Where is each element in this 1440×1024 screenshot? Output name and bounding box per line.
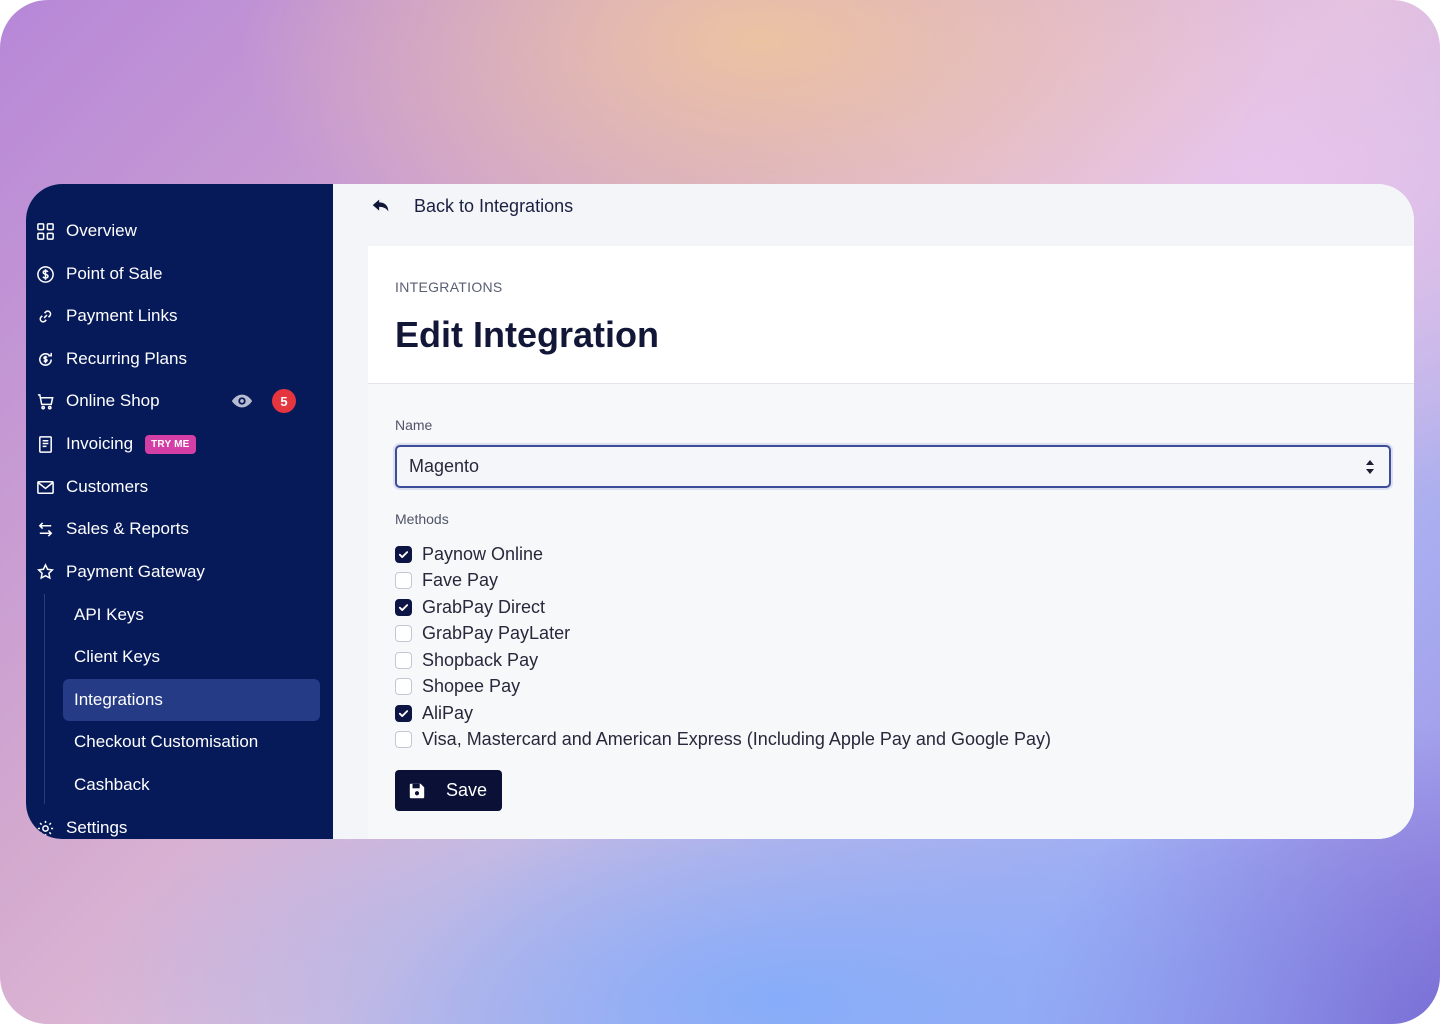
breadcrumb: INTEGRATIONS xyxy=(395,279,503,295)
sidebar-item-label: Customers xyxy=(66,477,149,496)
gear-icon xyxy=(34,817,56,839)
submenu-divider xyxy=(44,594,45,804)
main-content: Back to Integrations INTEGRATIONS Edit I… xyxy=(333,184,1414,839)
cart-icon xyxy=(34,390,56,412)
name-select-value: Magento xyxy=(409,456,480,476)
method-checkbox[interactable] xyxy=(395,545,412,563)
back-link-label: Back to Integrations xyxy=(414,195,574,216)
sidebar-item-payment-gateway[interactable]: Payment Gateway xyxy=(26,552,205,592)
select-caret-icon xyxy=(1366,460,1374,474)
dollar-circle-icon xyxy=(34,263,56,285)
sidebar-item-label: Overview xyxy=(66,221,137,240)
sidebar-subitem-api-keys[interactable]: API Keys xyxy=(63,594,320,636)
back-link[interactable]: Back to Integrations xyxy=(370,194,573,218)
methods-list: Paynow Online Fave Pay GrabPay Direct GrabP… xyxy=(395,541,1051,753)
method-label: Shopee Pay xyxy=(422,676,521,697)
sidebar-item-recurring-plans[interactable]: Recurring Plans xyxy=(26,339,187,379)
save-button-label: Save xyxy=(446,780,488,800)
sidebar-item-online-shop[interactable]: Online Shop 5 xyxy=(26,381,333,421)
sidebar-item-customers[interactable]: Customers xyxy=(26,467,148,507)
method-option[interactable]: GrabPay PayLater xyxy=(395,621,1051,648)
try-me-badge: TRY ME xyxy=(145,434,196,454)
subitem-label: Client Keys xyxy=(74,647,160,666)
method-checkbox[interactable] xyxy=(395,731,412,749)
sidebar-item-label: Settings xyxy=(66,818,128,837)
subitem-label: Cashback xyxy=(74,775,150,794)
invoice-icon xyxy=(34,433,56,455)
sidebar-item-label: Invoicing xyxy=(66,434,134,453)
sidebar-subitem-cashback[interactable]: Cashback xyxy=(63,764,320,806)
floppy-disk-icon xyxy=(409,783,425,798)
sidebar-item-sales-reports[interactable]: Sales & Reports xyxy=(26,509,189,549)
puzzle-icon xyxy=(34,561,56,583)
subitem-label: Integrations xyxy=(74,690,163,709)
sidebar-subitem-integrations[interactable]: Integrations xyxy=(63,679,320,721)
method-option[interactable]: Shopee Pay xyxy=(395,674,1051,701)
sidebar: Overview Point of Sale Payment Links Rec… xyxy=(26,184,333,839)
sidebar-item-label: Payment Gateway xyxy=(66,562,205,581)
sidebar-subitem-client-keys[interactable]: Client Keys xyxy=(63,636,320,678)
subitem-label: API Keys xyxy=(74,605,144,624)
method-checkbox[interactable] xyxy=(395,678,412,696)
method-checkbox[interactable] xyxy=(395,704,412,722)
sidebar-item-label: Payment Links xyxy=(66,306,178,325)
methods-label: Methods xyxy=(395,511,449,527)
back-arrow-icon xyxy=(372,199,389,212)
method-label: Visa, Mastercard and American Express (I… xyxy=(422,729,1052,750)
method-option[interactable]: AliPay xyxy=(395,700,1051,727)
arrows-icon xyxy=(34,518,56,540)
method-checkbox[interactable] xyxy=(395,625,412,643)
page-header-card: INTEGRATIONS Edit Integration xyxy=(368,246,1414,384)
method-option[interactable]: GrabPay Direct xyxy=(395,594,1051,621)
sidebar-item-payment-links[interactable]: Payment Links xyxy=(26,296,178,336)
sidebar-item-overview[interactable]: Overview xyxy=(26,211,137,251)
sidebar-item-label: Recurring Plans xyxy=(66,349,187,368)
method-label: GrabPay PayLater xyxy=(422,623,571,644)
check-icon xyxy=(398,709,409,717)
method-checkbox[interactable] xyxy=(395,651,412,669)
method-label: Shopback Pay xyxy=(422,649,539,670)
method-option[interactable]: Shopback Pay xyxy=(395,647,1051,674)
method-option[interactable]: Fave Pay xyxy=(395,568,1051,595)
check-icon xyxy=(398,603,409,611)
app-window: Overview Point of Sale Payment Links Rec… xyxy=(26,184,1414,839)
method-label: Paynow Online xyxy=(422,543,544,564)
page-title: Edit Integration xyxy=(395,314,659,355)
check-icon xyxy=(398,550,409,558)
eye-icon[interactable] xyxy=(231,390,253,412)
link-icon xyxy=(34,305,56,327)
method-option[interactable]: Paynow Online xyxy=(395,541,1051,568)
method-checkbox[interactable] xyxy=(395,572,412,590)
notification-badge: 5 xyxy=(272,389,296,413)
method-option[interactable]: Visa, Mastercard and American Express (I… xyxy=(395,727,1051,754)
method-label: AliPay xyxy=(422,702,474,723)
method-label: GrabPay Direct xyxy=(422,596,546,617)
save-button[interactable]: Save xyxy=(395,770,502,811)
sidebar-item-label: Point of Sale xyxy=(66,264,163,283)
mail-icon xyxy=(34,476,56,498)
sidebar-subitem-checkout-customisation[interactable]: Checkout Customisation xyxy=(63,721,320,763)
sidebar-item-label: Sales & Reports xyxy=(66,519,189,538)
recurring-icon xyxy=(34,348,56,370)
method-label: Fave Pay xyxy=(422,570,499,591)
sidebar-item-settings[interactable]: Settings xyxy=(26,808,127,839)
sidebar-item-point-of-sale[interactable]: Point of Sale xyxy=(26,254,162,294)
subitem-label: Checkout Customisation xyxy=(74,732,259,751)
name-label: Name xyxy=(395,417,433,433)
integration-form: Name Magento Methods Paynow Online Fave P… xyxy=(368,384,1414,839)
method-checkbox[interactable] xyxy=(395,598,412,616)
sidebar-item-label: Online Shop xyxy=(66,391,160,410)
sidebar-item-invoicing[interactable]: Invoicing TRY ME xyxy=(26,424,196,464)
grid-icon xyxy=(34,220,56,242)
name-select[interactable]: Magento xyxy=(395,445,1391,488)
